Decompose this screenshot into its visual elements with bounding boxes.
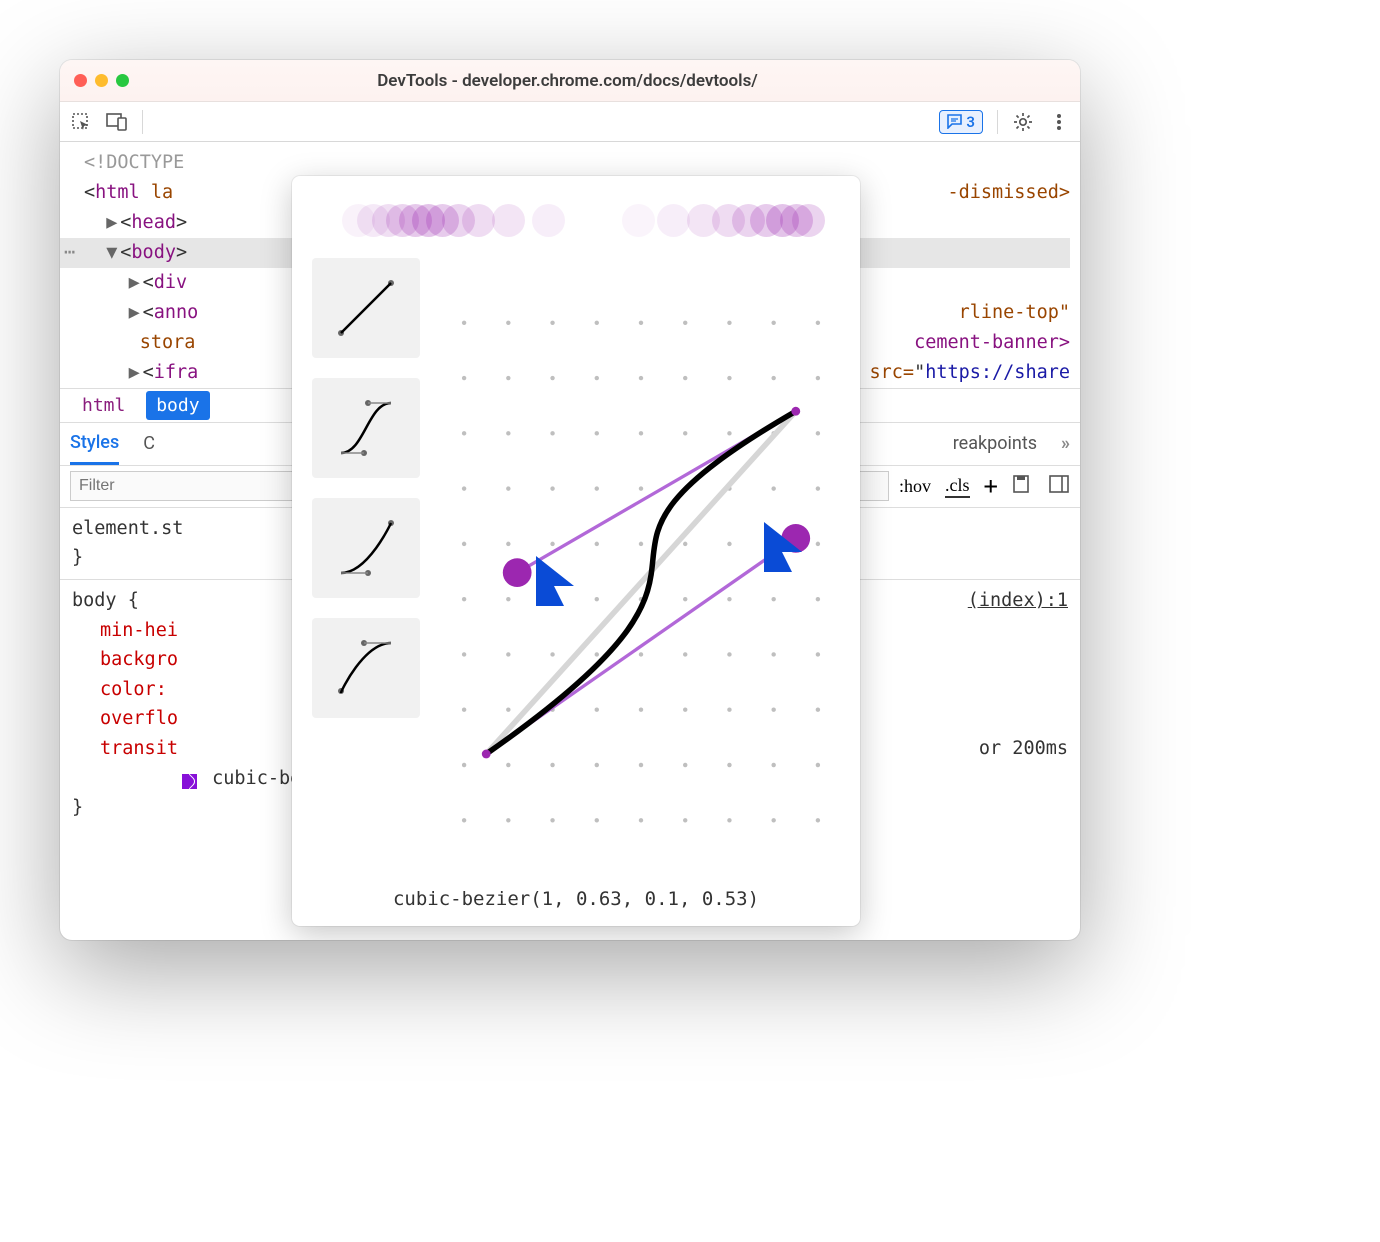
- source-link[interactable]: (index):1: [968, 586, 1068, 616]
- new-style-icon[interactable]: +: [984, 472, 998, 500]
- bezier-swatch-icon[interactable]: [182, 774, 197, 789]
- attr-rline-top: rline-top": [959, 302, 1070, 323]
- bezier-value-label: cubic-bezier(1, 0.63, 0.1, 0.53): [312, 874, 840, 910]
- preset-ease-out[interactable]: [312, 618, 420, 718]
- devtools-window: DevTools - developer.chrome.com/docs/dev…: [60, 60, 1080, 940]
- more-tabs-icon[interactable]: »: [1061, 433, 1070, 454]
- body-selector: body {: [72, 590, 139, 611]
- device-toolbar-icon[interactable]: [106, 111, 128, 133]
- tag-cement-banner: cement-banner>: [914, 332, 1070, 353]
- bezier-editor-popup: cubic-bezier(1, 0.63, 0.1, 0.53): [292, 176, 860, 926]
- hov-toggle[interactable]: :hov: [899, 476, 931, 497]
- maximize-icon[interactable]: [116, 74, 129, 87]
- minimize-icon[interactable]: [95, 74, 108, 87]
- issues-badge[interactable]: 3: [939, 110, 983, 134]
- bezier-presets: [312, 258, 422, 874]
- issues-count: 3: [966, 113, 975, 131]
- toggle-sidebar-icon[interactable]: [1048, 474, 1070, 499]
- crumb-html[interactable]: html: [72, 391, 135, 420]
- traffic-lights: [74, 74, 129, 87]
- preset-ease-in-out[interactable]: [312, 378, 420, 478]
- bezier-preview: [342, 200, 810, 244]
- inspect-element-icon[interactable]: [70, 111, 92, 133]
- doctype-line: <!DOCTYPE: [84, 152, 184, 173]
- crumb-body[interactable]: body: [146, 391, 209, 420]
- css-prop-transition[interactable]: transit: [100, 738, 178, 759]
- window-title: DevTools - developer.chrome.com/docs/dev…: [129, 71, 1006, 91]
- devtools-toolbar: 3: [60, 102, 1080, 142]
- transition-tail: or 200ms: [979, 734, 1068, 764]
- settings-icon[interactable]: [1012, 111, 1034, 133]
- close-icon[interactable]: [74, 74, 87, 87]
- cls-toggle[interactable]: .cls: [945, 475, 970, 498]
- device-view-icon[interactable]: [1012, 474, 1034, 499]
- preset-linear[interactable]: [312, 258, 420, 358]
- titlebar: DevTools - developer.chrome.com/docs/dev…: [60, 60, 1080, 102]
- tab-breakpoints-partial[interactable]: reakpoints: [953, 433, 1037, 454]
- bezier-canvas[interactable]: [442, 258, 840, 874]
- preset-ease-in[interactable]: [312, 498, 420, 598]
- attr-dismissed: -dismissed>: [947, 178, 1070, 208]
- more-icon[interactable]: [1048, 111, 1070, 133]
- tab-styles[interactable]: Styles: [70, 423, 119, 465]
- tab-computed-partial[interactable]: C: [143, 433, 155, 454]
